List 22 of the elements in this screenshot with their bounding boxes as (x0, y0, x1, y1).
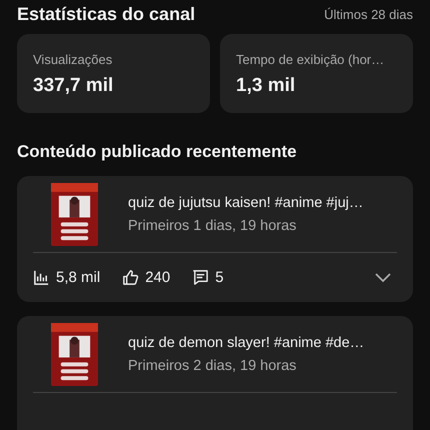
stat-label: Tempo de exibição (hor… (236, 52, 386, 67)
video-title: quiz de demon slayer! #anime #de… (128, 335, 364, 351)
video-card[interactable]: quiz de jujutsu kaisen! #anime #juj… Primeiros 1 dias, 19 horas 5,8 mil 240 5 (17, 176, 413, 302)
video-age: Primeiros 2 dias, 19 horas (128, 358, 298, 374)
stat-label: Visualizações (33, 52, 114, 67)
stat-card[interactable]: Tempo de exibição (hor… 1,3 mil (220, 34, 413, 113)
thumbs-up-icon (122, 269, 140, 286)
video-card[interactable]: quiz de demon slayer! #anime #de… Primeiros 2 dias, 19 horas (17, 316, 413, 430)
period-label: Últimos 28 dias (324, 6, 413, 22)
section-title: Conteúdo publicado recentemente (17, 142, 298, 162)
section-title: Estatísticas do canal (17, 4, 196, 24)
chevron-down-icon[interactable] (375, 272, 391, 282)
stat-value: 337,7 mil (33, 75, 114, 97)
comment-icon (192, 269, 210, 286)
comments-count: 5 (215, 269, 224, 286)
likes-count: 240 (145, 269, 170, 286)
video-title: quiz de jujutsu kaisen! #anime #juj… (128, 195, 364, 211)
stat-card[interactable]: Visualizações 337,7 mil (17, 34, 210, 113)
views-count: 5,8 mil (56, 269, 100, 286)
stat-value: 1,3 mil (236, 75, 296, 97)
bar-chart-icon (33, 269, 50, 286)
video-age: Primeiros 1 dias, 19 horas (128, 218, 298, 234)
